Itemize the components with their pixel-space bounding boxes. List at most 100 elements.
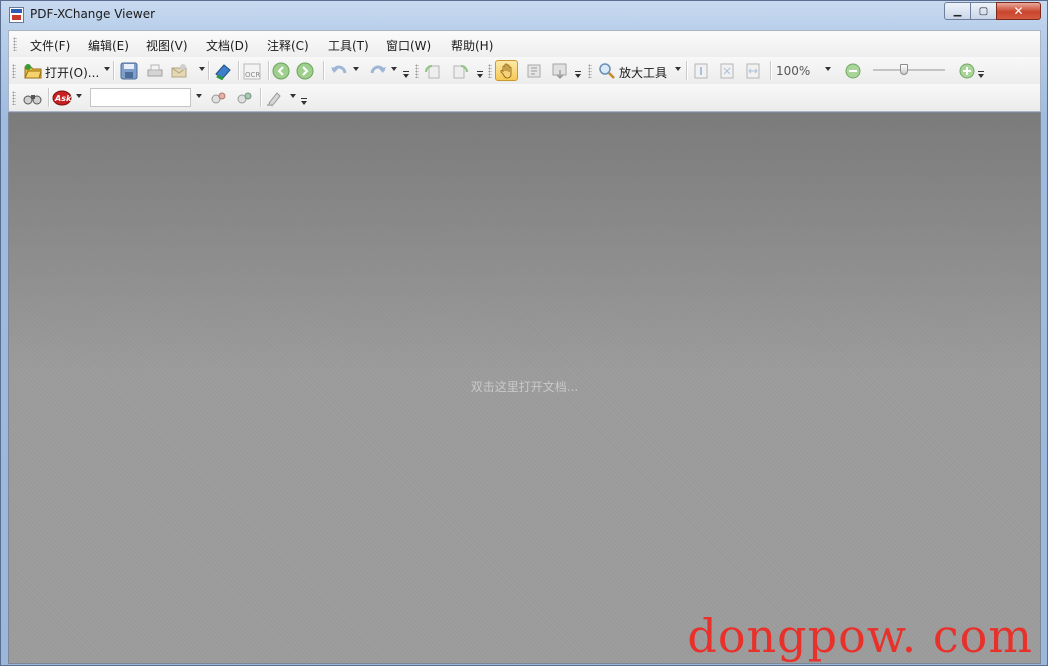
- snapshot-button[interactable]: [550, 61, 570, 81]
- secondary-toolbar: Ask: [9, 84, 1040, 111]
- save-button[interactable]: [119, 61, 139, 81]
- menubar-grip[interactable]: [13, 37, 17, 51]
- separator: [686, 61, 688, 80]
- zoom-value[interactable]: 100%: [776, 64, 810, 78]
- separator: [48, 88, 50, 107]
- ask-search-button[interactable]: Ask: [52, 88, 72, 108]
- print-button[interactable]: [145, 61, 165, 81]
- select-text-button[interactable]: [524, 61, 544, 81]
- redo-dropdown-arrow[interactable]: [391, 67, 397, 71]
- open-dropdown-arrow[interactable]: [104, 67, 110, 71]
- scan-button[interactable]: [213, 61, 233, 81]
- back-button[interactable]: [271, 61, 291, 81]
- forward-button[interactable]: [295, 61, 315, 81]
- separator: [238, 61, 240, 80]
- window-controls: ▁ ▢ ✕: [944, 2, 1041, 20]
- toolbar-grip[interactable]: [12, 91, 16, 105]
- zoom-tool-label[interactable]: 放大工具: [619, 64, 667, 81]
- rotate-left-button[interactable]: [422, 61, 442, 81]
- separator: [770, 61, 772, 80]
- highlighter-icon: [267, 92, 281, 107]
- svg-text:Ask: Ask: [54, 94, 72, 103]
- separator: [113, 61, 115, 80]
- document-area[interactable]: 双击这里打开文档...: [8, 112, 1041, 664]
- toolbar-overflow-icon[interactable]: [301, 98, 307, 105]
- toolbar-overflow-icon[interactable]: [403, 71, 409, 78]
- maximize-button[interactable]: ▢: [970, 2, 997, 20]
- minimize-icon: ▁: [953, 5, 962, 17]
- search-next-button[interactable]: [234, 88, 254, 108]
- toolbar-overflow-icon[interactable]: [575, 71, 581, 78]
- ocr-icon: OCR: [243, 63, 261, 80]
- toolbar-grip[interactable]: [12, 64, 16, 78]
- email-button[interactable]: [169, 61, 189, 81]
- zoom-tool-button[interactable]: [597, 61, 617, 81]
- menu-help[interactable]: 帮助(H): [451, 37, 493, 54]
- zoom-slider-thumb[interactable]: [900, 64, 908, 75]
- undo-icon: [331, 65, 347, 74]
- watermark: dongpow. com: [687, 609, 1033, 663]
- title-bar[interactable]: PDF-XChange Viewer ▁ ▢ ✕: [1, 1, 1047, 30]
- open-button[interactable]: [23, 61, 43, 81]
- zoom-in-button[interactable]: [957, 61, 977, 81]
- main-toolbar: 打开(O)... OCR 放大工具 100%: [9, 57, 1040, 85]
- undo-button[interactable]: [329, 61, 349, 81]
- close-icon: ✕: [1013, 4, 1024, 18]
- highlight-dropdown-arrow[interactable]: [290, 94, 296, 98]
- hand-icon: [499, 63, 511, 79]
- zoom-value-dropdown-arrow[interactable]: [825, 67, 831, 71]
- search-input[interactable]: [90, 88, 191, 107]
- search-dropdown-arrow[interactable]: [196, 94, 202, 98]
- print-icon: [147, 64, 163, 77]
- undo-dropdown-arrow[interactable]: [353, 67, 359, 71]
- scanner-icon: [215, 64, 231, 80]
- menu-bar: 文件(F) 编辑(E) 视图(V) 文档(D) 注释(C) 工具(T) 窗口(W…: [9, 31, 1040, 58]
- search-previous-button[interactable]: [208, 88, 228, 108]
- minimize-button[interactable]: ▁: [944, 2, 971, 20]
- fit-page-button[interactable]: [717, 61, 737, 81]
- toolbar-overflow-icon[interactable]: [477, 71, 483, 78]
- menu-document[interactable]: 文档(D): [206, 37, 249, 54]
- ocr-button[interactable]: OCR: [242, 61, 262, 81]
- find-button[interactable]: [23, 88, 43, 108]
- binoculars-icon: [23, 95, 42, 105]
- snapshot-icon: [552, 63, 567, 79]
- folder-open-icon: [24, 64, 42, 79]
- hand-tool-button[interactable]: [495, 60, 518, 81]
- open-label[interactable]: 打开(O)...: [45, 64, 99, 81]
- actual-size-button[interactable]: [691, 61, 711, 81]
- fit-width-button[interactable]: [743, 61, 763, 81]
- back-arrow-icon: [272, 62, 290, 80]
- toolbar-overflow-icon[interactable]: [978, 71, 984, 78]
- actual-size-icon: [694, 63, 708, 79]
- zoom-slider[interactable]: [873, 64, 945, 75]
- menu-comments[interactable]: 注释(C): [267, 37, 309, 54]
- zoom-out-button[interactable]: [843, 61, 863, 81]
- menu-tools[interactable]: 工具(T): [328, 37, 369, 54]
- separator: [323, 61, 325, 80]
- svg-text:OCR: OCR: [245, 71, 260, 79]
- redo-button[interactable]: [368, 61, 388, 81]
- zoom-tool-dropdown-arrow[interactable]: [675, 67, 681, 71]
- magnifier-icon: [599, 63, 615, 79]
- menu-window[interactable]: 窗口(W): [386, 37, 431, 54]
- highlight-tool-button[interactable]: [264, 88, 284, 108]
- menu-file[interactable]: 文件(F): [30, 37, 70, 54]
- fit-page-icon: [720, 63, 734, 79]
- redo-icon: [370, 65, 386, 74]
- search-next-icon: [237, 92, 252, 104]
- menu-view[interactable]: 视图(V): [146, 37, 188, 54]
- toolbar-grip[interactable]: [415, 64, 419, 78]
- open-document-hint[interactable]: 双击这里打开文档...: [9, 378, 1040, 395]
- email-dropdown-arrow[interactable]: [199, 67, 205, 71]
- search-engine-dropdown-arrow[interactable]: [76, 94, 82, 98]
- rotate-right-button[interactable]: [451, 61, 471, 81]
- rotate-right-icon: [453, 65, 468, 79]
- toolbar-grip[interactable]: [588, 64, 592, 78]
- search-previous-icon: [211, 92, 226, 104]
- toolbar-grip[interactable]: [488, 64, 492, 78]
- menu-edit[interactable]: 编辑(E): [88, 37, 129, 54]
- zoom-out-icon: [845, 63, 861, 79]
- app-icon[interactable]: [9, 7, 24, 23]
- close-button[interactable]: ✕: [996, 2, 1041, 20]
